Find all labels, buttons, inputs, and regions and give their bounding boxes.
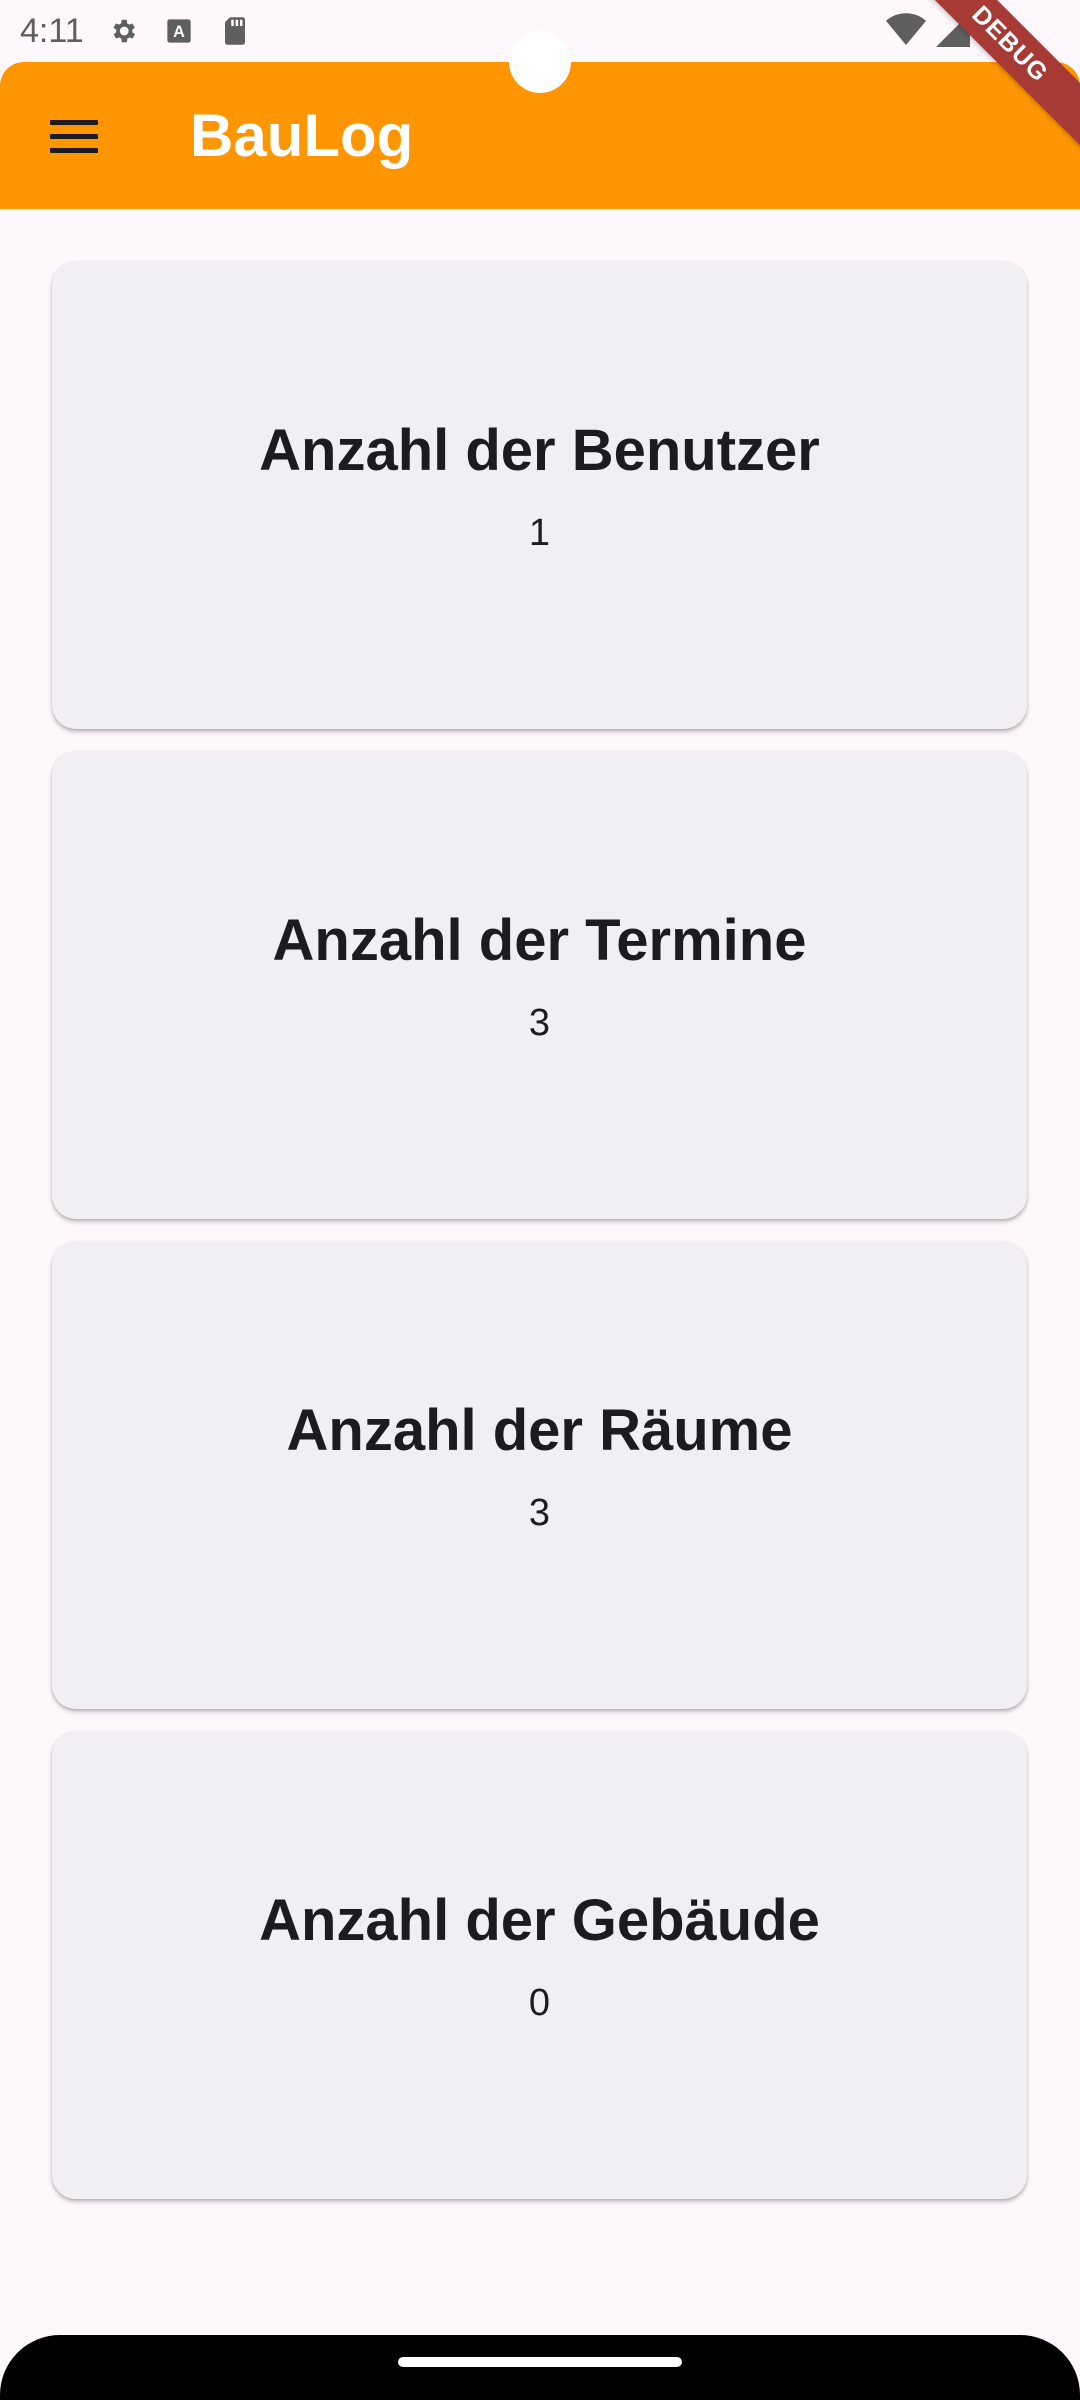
card-rooms[interactable]: Anzahl der Räume 3 [52,1241,1027,1709]
card-value: 3 [528,1492,551,1534]
card-title: Anzahl der Gebäude [259,1888,820,1953]
card-value: 1 [528,512,551,554]
card-value: 3 [528,1002,551,1044]
camera-cutout [509,31,571,93]
card-appointments[interactable]: Anzahl der Termine 3 [52,751,1027,1219]
card-buildings[interactable]: Anzahl der Gebäude 0 [52,1731,1027,2199]
font-a-icon: A [164,16,194,46]
navigation-bar [0,2335,1080,2400]
card-users[interactable]: Anzahl der Benutzer 1 [52,261,1027,729]
svg-text:A: A [173,23,185,41]
card-title: Anzahl der Benutzer [259,418,820,483]
app-title: BauLog [190,102,414,169]
home-indicator[interactable] [398,2357,682,2367]
card-title: Anzahl der Termine [272,908,807,973]
wifi-icon [886,12,926,53]
card-title: Anzahl der Räume [286,1398,793,1463]
gear-icon [108,16,138,46]
card-value: 0 [528,1982,551,2024]
hamburger-menu-icon[interactable] [40,102,108,170]
status-time: 4:11 [20,11,84,50]
sd-card-icon [220,16,250,46]
